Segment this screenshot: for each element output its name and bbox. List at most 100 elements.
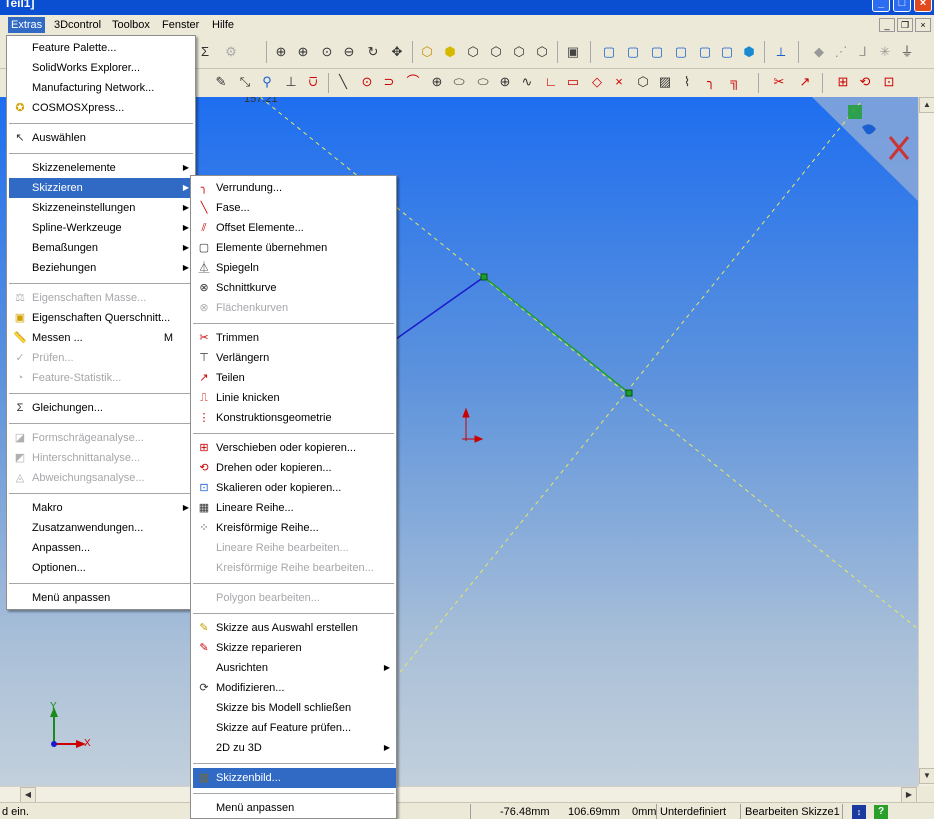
extras_menu-item-1[interactable]: SolidWorks Explorer... xyxy=(9,58,195,78)
extras_menu-item-12[interactable]: ▣ Eigenschaften Querschnitt... xyxy=(9,308,195,328)
extras_menu-item-0[interactable]: Feature Palette... xyxy=(9,38,195,58)
rectangle-corner-icon[interactable]: ∟ xyxy=(542,73,560,91)
extras_menu-item-9[interactable]: Bemaßungen ▶ xyxy=(9,238,195,258)
rotate-view-icon[interactable]: ↻ xyxy=(364,43,382,61)
skizzieren_menu-item-12[interactable]: ⊞ Verschieben oder kopieren... xyxy=(193,438,396,458)
skizzieren_menu-item-1[interactable]: ╲ Fase... xyxy=(193,198,396,218)
right-view-icon[interactable]: ▢ xyxy=(672,43,690,61)
extras_menu-item-4[interactable]: ↖ Auswählen xyxy=(9,128,195,148)
menu-fenster[interactable]: Fenster xyxy=(159,17,202,33)
perpendicular-icon[interactable]: ⊥ xyxy=(282,73,300,91)
top-view-icon[interactable]: ▢ xyxy=(696,43,714,61)
skizzieren_menu-item-11[interactable]: ⋮ Konstruktionsgeometrie xyxy=(193,408,396,428)
extras_menu-item-22[interactable]: Anpassen... xyxy=(9,538,195,558)
skizzieren_menu-item-20[interactable]: ✎ Skizze aus Auswahl erstellen xyxy=(193,618,396,638)
trim-icon[interactable]: ✂ xyxy=(770,73,788,91)
plane-icon[interactable]: ◆ xyxy=(810,43,828,61)
hidden-lines-icon[interactable]: ⬡ xyxy=(464,43,482,61)
isometric-view-icon[interactable]: ⬢ xyxy=(740,43,758,61)
extras_menu-item-7[interactable]: Skizzeneinstellungen ▶ xyxy=(9,198,195,218)
sw-icon[interactable]: ⚙ xyxy=(222,43,240,61)
skizzieren_menu-item-23[interactable]: ⟳ Modifizieren... xyxy=(193,678,396,698)
skizzieren_menu-item-14[interactable]: ⊡ Skalieren oder kopieren... xyxy=(193,478,396,498)
zoom-fit-icon[interactable]: ⊕ xyxy=(272,43,290,61)
extras_menu-item-13[interactable]: 📏 Messen ... M xyxy=(9,328,195,348)
extras_menu-item-14[interactable]: ✓ Prüfen... xyxy=(9,348,195,368)
extras_menu-item-19[interactable]: ◬ Abweichungsanalyse... xyxy=(9,468,195,488)
help-icon[interactable]: ? xyxy=(874,805,888,819)
skizzieren_menu-item-16[interactable]: ⁘ Kreisförmige Reihe... xyxy=(193,518,396,538)
tangent-arc-icon[interactable]: ⌒ xyxy=(404,73,422,91)
arc-icon[interactable]: ⊃ xyxy=(380,73,398,91)
skizzieren_menu-item-24[interactable]: Skizze bis Modell schließen xyxy=(193,698,396,718)
mate-icon[interactable]: ⏚ xyxy=(898,43,916,61)
mdi-minimize-button[interactable]: _ xyxy=(879,18,895,32)
skizzieren_menu-item-7[interactable]: ✂ Trimmen xyxy=(193,328,396,348)
axis-icon[interactable]: ⋰ xyxy=(832,43,850,61)
skizzieren_menu-item-10[interactable]: ⎍ Linie knicken xyxy=(193,388,396,408)
skizzieren_menu-item-4[interactable]: ⏅ Spiegeln xyxy=(193,258,396,278)
scroll-right-arrow-icon[interactable]: ▶ xyxy=(901,787,917,803)
extras_menu-item-17[interactable]: ◪ Formschrägeanalyse... xyxy=(9,428,195,448)
extras_menu-item-10[interactable]: Beziehungen ▶ xyxy=(9,258,195,278)
scale-entities-icon[interactable]: ⊡ xyxy=(880,73,898,91)
parabola-icon[interactable]: ⊕ xyxy=(496,73,514,91)
extras_menu-item-20[interactable]: Makro ▶ xyxy=(9,498,195,518)
rotate-entities-icon[interactable]: ⟲ xyxy=(856,73,874,91)
zoom-area-icon[interactable]: ⊙ xyxy=(318,43,336,61)
smart-dimension-icon[interactable]: ⤡ xyxy=(236,73,254,91)
skizzieren_menu-item-21[interactable]: ✎ Skizze reparieren xyxy=(193,638,396,658)
hidden-gray-icon[interactable]: ⬡ xyxy=(487,43,505,61)
close-button[interactable]: × xyxy=(914,0,932,12)
sigma-icon[interactable]: Σ xyxy=(196,43,214,61)
ellipse-icon[interactable]: ⬭ xyxy=(450,73,468,91)
spline-icon[interactable]: ∿ xyxy=(518,73,536,91)
fillet-icon[interactable]: ╮ xyxy=(702,73,720,91)
left-view-icon[interactable]: ▢ xyxy=(648,43,666,61)
menu-hilfe[interactable]: Hilfe xyxy=(209,17,237,33)
sketch-icon[interactable]: ✎ xyxy=(212,73,230,91)
skizzieren_menu-item-19[interactable]: Polygon bearbeiten... xyxy=(193,588,396,608)
section-view-icon[interactable]: ▣ xyxy=(564,43,582,61)
menu-3dcontrol[interactable]: 3Dcontrol xyxy=(51,17,104,33)
perspective-icon[interactable]: ⬡ xyxy=(533,43,551,61)
wireframe-icon[interactable]: ⬡ xyxy=(510,43,528,61)
skizzieren_menu-item-8[interactable]: ⊤ Verlängern xyxy=(193,348,396,368)
extras_menu-item-3[interactable]: ✪ COSMOSXpress... xyxy=(9,98,195,118)
skizzieren_menu-item-17[interactable]: Lineare Reihe bearbeiten... xyxy=(193,538,396,558)
extras_menu-item-21[interactable]: Zusatzanwendungen... xyxy=(9,518,195,538)
coord-system-icon[interactable]: ⅃ xyxy=(854,43,872,61)
extras_menu-item-18[interactable]: ◩ Hinterschnittanalyse... xyxy=(9,448,195,468)
extras_menu-item-24[interactable]: Menü anpassen xyxy=(9,588,195,608)
sketch-point-icon[interactable]: × xyxy=(610,73,628,91)
hatch-icon[interactable]: ▨ xyxy=(656,73,674,91)
extend-icon[interactable]: ↗ xyxy=(796,73,814,91)
menu-toolbox[interactable]: Toolbox xyxy=(109,17,153,33)
circle-center-icon[interactable]: ⊕ xyxy=(428,73,446,91)
skizzieren_menu-item-27[interactable]: ▨ Skizzenbild... xyxy=(193,768,396,788)
extras_menu-item-23[interactable]: Optionen... xyxy=(9,558,195,578)
skizzieren_menu-item-22[interactable]: Ausrichten ▶ xyxy=(193,658,396,678)
extras_menu-item-5[interactable]: Skizzenelemente ▶ xyxy=(9,158,195,178)
scroll-up-arrow-icon[interactable]: ▲ xyxy=(919,97,934,113)
quick-snaps-icon[interactable]: ⩂ xyxy=(304,73,322,91)
menu-extras[interactable]: Extras xyxy=(8,17,46,33)
vertical-scrollbar[interactable]: ▲ ▼ xyxy=(918,97,934,786)
point-icon[interactable]: ✳ xyxy=(876,43,894,61)
zoom-in-icon[interactable]: ⊕ xyxy=(294,43,312,61)
minimize-button[interactable]: _ xyxy=(872,0,890,12)
skizzieren_menu-item-28[interactable]: Menü anpassen xyxy=(193,798,396,818)
rebuild-icon[interactable]: ↕ xyxy=(852,805,866,819)
partial-ellipse-icon[interactable]: ⬭ xyxy=(474,73,492,91)
mdi-close-button[interactable]: × xyxy=(915,18,931,32)
parallelogram-icon[interactable]: ◇ xyxy=(588,73,606,91)
pan-icon[interactable]: ✥ xyxy=(388,43,406,61)
extras_menu-item-8[interactable]: Spline-Werkzeuge ▶ xyxy=(9,218,195,238)
relations-icon[interactable]: ⚲ xyxy=(258,73,276,91)
skizzieren_menu-item-9[interactable]: ↗ Teilen xyxy=(193,368,396,388)
skizzieren_menu-item-18[interactable]: Kreisförmige Reihe bearbeiten... xyxy=(193,558,396,578)
scroll-left-arrow-icon[interactable]: ◀ xyxy=(20,787,36,803)
skizzieren_menu-item-6[interactable]: ⊗ Flächenkurven xyxy=(193,298,396,318)
skizzieren_menu-item-15[interactable]: ▦ Lineare Reihe... xyxy=(193,498,396,518)
horizontal-scrollbar[interactable]: ◀ ▶ xyxy=(0,786,918,803)
